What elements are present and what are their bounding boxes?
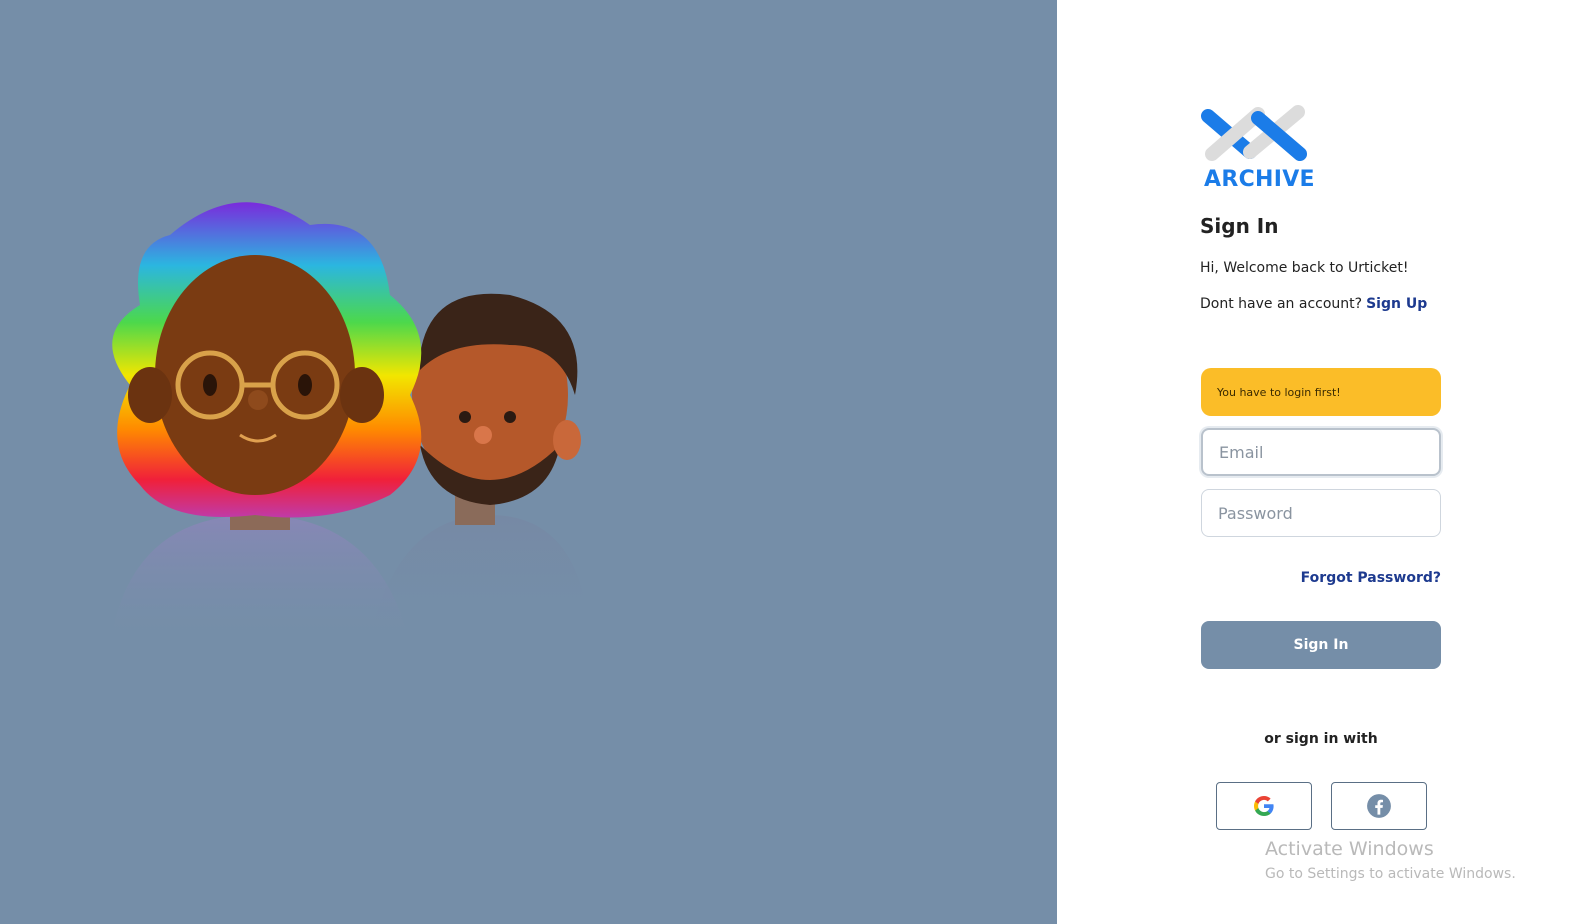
hero-panel <box>0 0 1057 924</box>
or-sign-in-with: or sign in with <box>1264 731 1378 747</box>
google-icon <box>1254 796 1274 816</box>
sign-in-button[interactable]: Sign In <box>1201 621 1441 669</box>
google-signin-button[interactable] <box>1216 782 1312 830</box>
email-input[interactable] <box>1201 428 1441 476</box>
watermark-title: Activate Windows <box>1265 838 1434 860</box>
windows-activation-watermark: Activate Windows Go to Settings to activ… <box>1265 838 1516 882</box>
signup-link[interactable]: Sign Up <box>1366 296 1427 312</box>
watermark-subtitle: Go to Settings to activate Windows. <box>1265 866 1516 882</box>
facebook-icon <box>1367 794 1391 818</box>
signup-prompt: Dont have an account? Sign Up <box>1200 296 1427 312</box>
page-title: Sign In <box>1200 214 1279 238</box>
welcome-text: Hi, Welcome back to Urticket! <box>1200 260 1409 276</box>
avatar-illustration <box>110 202 590 645</box>
facebook-signin-button[interactable] <box>1331 782 1427 830</box>
brand-name: ARCHIVE <box>1204 167 1315 192</box>
password-input[interactable] <box>1201 489 1441 537</box>
login-required-alert: You have to login first! <box>1201 368 1441 416</box>
signup-prompt-text: Dont have an account? <box>1200 296 1363 312</box>
forgot-password-link[interactable]: Forgot Password? <box>1300 570 1441 586</box>
